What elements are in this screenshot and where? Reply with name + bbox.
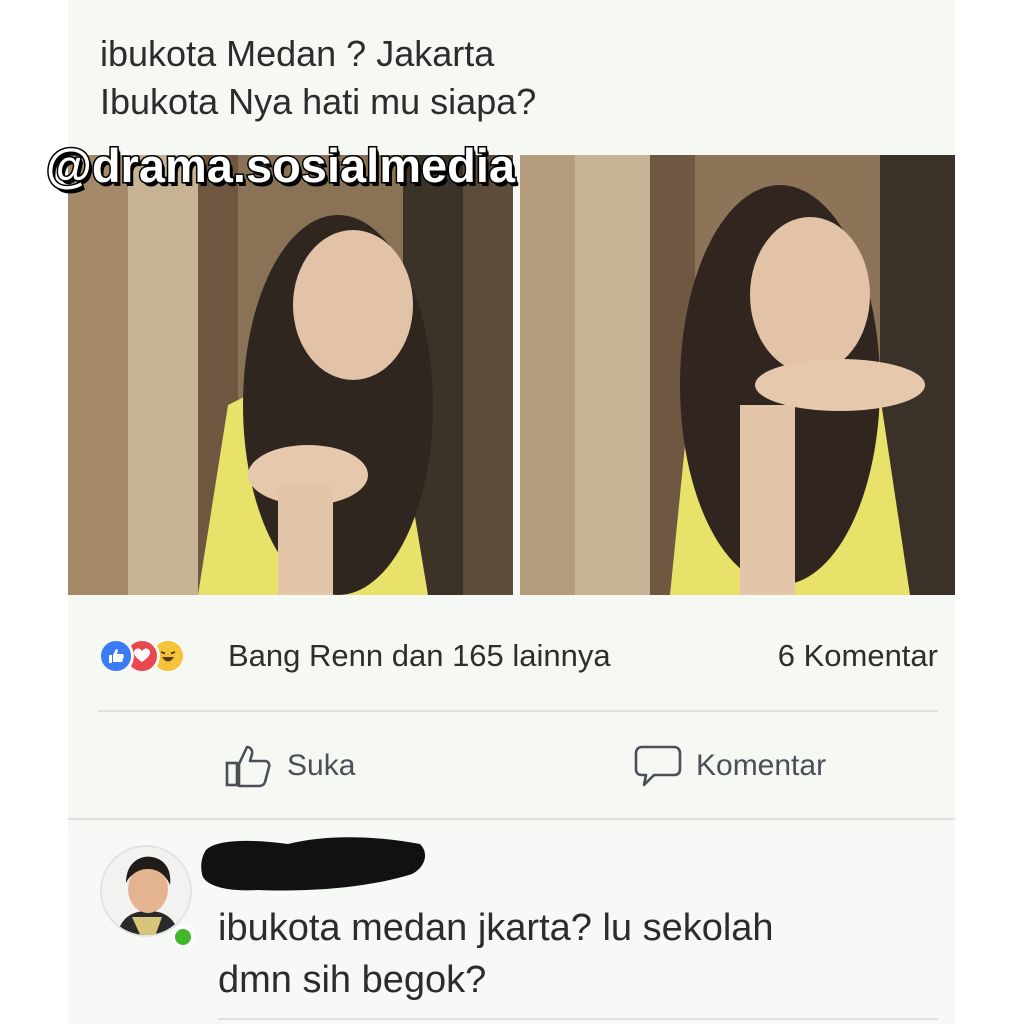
like-label: Suka: [287, 749, 356, 782]
like-icon: [98, 638, 134, 674]
comment-bubble-icon: [634, 745, 682, 787]
divider: [98, 710, 938, 712]
commenter-avatar[interactable]: [100, 845, 192, 937]
watermark: @drama.sosialmedia: [44, 138, 516, 194]
divider: [218, 1018, 938, 1020]
comment-button[interactable]: Komentar: [634, 742, 826, 790]
post-text: ibukota Medan ? Jakarta Ibukota Nya hati…: [100, 30, 900, 126]
comment-label: Komentar: [696, 749, 827, 782]
post-photos: [68, 155, 955, 595]
comment-count[interactable]: 6 Komentar: [778, 638, 938, 674]
post-actions: Suka Komentar: [68, 720, 955, 812]
reaction-icons: [98, 638, 223, 676]
post-text-line-1: ibukota Medan ? Jakarta: [100, 33, 495, 74]
post-photo-2[interactable]: [520, 155, 955, 595]
reactions-summary[interactable]: Bang Renn dan 165 lainnya 6 Komentar: [98, 632, 938, 682]
like-button[interactable]: Suka: [225, 742, 355, 790]
post-photo-1[interactable]: [68, 155, 513, 595]
thumbs-up-icon: [225, 745, 271, 788]
comment-text: ibukota medan jkarta? lu sekolah dmn sih…: [218, 902, 938, 1006]
online-status-dot: [172, 926, 194, 948]
comment-text-line-1: ibukota medan jkarta? lu sekolah: [218, 907, 774, 949]
redacted-author-name: [201, 837, 426, 891]
divider: [68, 818, 955, 820]
comment-text-line-2: dmn sih begok?: [218, 959, 487, 1001]
post-text-line-2: Ibukota Nya hati mu siapa?: [100, 81, 537, 122]
reactors-text[interactable]: Bang Renn dan 165 lainnya: [228, 638, 611, 674]
